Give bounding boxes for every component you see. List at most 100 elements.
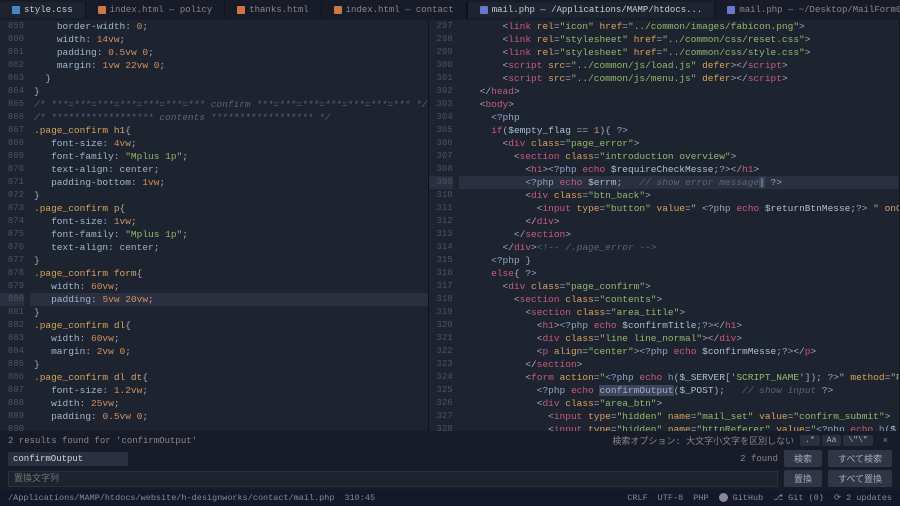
- tab-thanks-html[interactable]: thanks.html: [225, 2, 321, 18]
- replace-button[interactable]: 置換: [784, 470, 822, 487]
- case-toggle[interactable]: Aa: [822, 435, 842, 446]
- code-line[interactable]: <input type="button" value=" <?php echo …: [459, 202, 899, 215]
- code-editor-left[interactable]: border-width: 0; width: 14vw; padding: 0…: [30, 20, 428, 431]
- code-line[interactable]: <body>: [459, 98, 899, 111]
- php-file-icon: [727, 6, 735, 14]
- code-line[interactable]: padding-bottom: 1vw;: [30, 176, 428, 189]
- code-line[interactable]: <div class="area_btn">: [459, 397, 899, 410]
- tab-style-css[interactable]: style.css: [0, 2, 86, 18]
- found-count: 2 found: [740, 454, 778, 464]
- cursor-position[interactable]: 310:45: [344, 493, 375, 503]
- code-line[interactable]: }: [30, 85, 428, 98]
- code-line[interactable]: <div class="line line_normal"></div>: [459, 332, 899, 345]
- word-toggle[interactable]: \"\": [843, 435, 872, 446]
- code-line[interactable]: }: [30, 189, 428, 202]
- line-ending[interactable]: CRLF: [627, 493, 647, 503]
- code-line[interactable]: </div><!-- /.page_error -->: [459, 241, 899, 254]
- right-pane: 2972982993003013023033043053063073083093…: [429, 20, 900, 431]
- code-line[interactable]: <link rel="stylesheet" href="../common/c…: [459, 33, 899, 46]
- code-line[interactable]: <script src="../common/js/load.js" defer…: [459, 59, 899, 72]
- find-all-button[interactable]: すべて検索: [828, 450, 892, 467]
- code-line[interactable]: }: [30, 254, 428, 267]
- code-line[interactable]: font-family: "Mplus 1p";: [30, 228, 428, 241]
- code-line[interactable]: padding: 5vw 20vw;: [30, 293, 428, 306]
- css-file-icon: [12, 6, 20, 14]
- code-line[interactable]: </section>: [459, 358, 899, 371]
- tab-mail-php-applications-mamp-htdocs-[interactable]: mail.php — /Applications/MAMP/htdocs...: [468, 2, 716, 18]
- encoding[interactable]: UTF-8: [658, 493, 684, 503]
- code-line[interactable]: <section class="contents">: [459, 293, 899, 306]
- tab-bar: style.cssindex.html — policythanks.htmli…: [0, 0, 900, 20]
- regex-toggle[interactable]: .*: [800, 435, 820, 446]
- replace-input[interactable]: [8, 471, 778, 487]
- updates-status[interactable]: ⟳ 2 updates: [834, 493, 892, 503]
- code-line[interactable]: font-family: "Mplus 1p";: [30, 150, 428, 163]
- code-line[interactable]: </div>: [459, 215, 899, 228]
- code-line[interactable]: <section class="introduction overview">: [459, 150, 899, 163]
- editor-split: 8598608618628638648658668678688698708718…: [0, 20, 900, 431]
- search-input[interactable]: [8, 452, 128, 466]
- code-line[interactable]: <?php: [459, 111, 899, 124]
- code-line[interactable]: else{ ?>: [459, 267, 899, 280]
- code-line[interactable]: .page_confirm p{: [30, 202, 428, 215]
- code-line[interactable]: <div class="btn_back">: [459, 189, 899, 202]
- code-editor-right[interactable]: <link rel="icon" href="../common/images/…: [459, 20, 899, 431]
- tab-index-html-contact[interactable]: index.html — contact: [322, 2, 467, 18]
- code-line[interactable]: <h1><?php echo $confirmTitle;?></h1>: [459, 319, 899, 332]
- code-line[interactable]: width: 60vw;: [30, 332, 428, 345]
- file-path[interactable]: /Applications/MAMP/htdocs/website/h-desi…: [8, 493, 334, 503]
- code-line[interactable]: </head>: [459, 85, 899, 98]
- status-bar: /Applications/MAMP/htdocs/website/h-desi…: [0, 490, 900, 506]
- code-line[interactable]: text-align: center;: [30, 241, 428, 254]
- code-line[interactable]: width: 60vw;: [30, 280, 428, 293]
- code-line[interactable]: .page_confirm h1{: [30, 124, 428, 137]
- code-line[interactable]: <form action="<?php echo h($_SERVER['SCR…: [459, 371, 899, 384]
- replace-all-button[interactable]: すべて置換: [828, 470, 892, 487]
- code-line[interactable]: }: [30, 358, 428, 371]
- code-line[interactable]: <link rel="stylesheet" href="../common/c…: [459, 46, 899, 59]
- find-button[interactable]: 検索: [784, 450, 822, 467]
- code-line[interactable]: }: [30, 72, 428, 85]
- html-file-icon: [334, 6, 342, 14]
- code-line[interactable]: <div class="page_confirm">: [459, 280, 899, 293]
- code-line[interactable]: .page_confirm dl{: [30, 319, 428, 332]
- code-line[interactable]: font-size: 4vw;: [30, 137, 428, 150]
- code-line[interactable]: margin: 1vw 22vw 0;: [30, 59, 428, 72]
- code-line[interactable]: </section>: [459, 228, 899, 241]
- code-line[interactable]: <?php echo $errm; // show error message|…: [459, 176, 899, 189]
- code-line[interactable]: <?php }: [459, 254, 899, 267]
- code-line[interactable]: text-align: center;: [30, 163, 428, 176]
- close-icon[interactable]: ×: [879, 436, 892, 446]
- line-gutter-left: 8598608618628638648658668678688698708718…: [0, 20, 30, 431]
- code-line[interactable]: <section class="area_title">: [459, 306, 899, 319]
- code-line[interactable]: [30, 423, 428, 431]
- github-status[interactable]: GitHub: [719, 493, 764, 503]
- code-line[interactable]: <div class="page_error">: [459, 137, 899, 150]
- language-mode[interactable]: PHP: [693, 493, 708, 503]
- code-line[interactable]: /* ****************** contents *********…: [30, 111, 428, 124]
- code-line[interactable]: <p align="center"><?php echo $confirmMes…: [459, 345, 899, 358]
- code-line[interactable]: .page_confirm form{: [30, 267, 428, 280]
- code-line[interactable]: /* ***=***=***=***=***=***=*** confirm *…: [30, 98, 428, 111]
- html-file-icon: [98, 6, 106, 14]
- code-line[interactable]: border-width: 0;: [30, 20, 428, 33]
- code-line[interactable]: <?php echo confirmOutput($_POST); // sho…: [459, 384, 899, 397]
- code-line[interactable]: <input type="hidden" name="mail_set" val…: [459, 410, 899, 423]
- code-line[interactable]: padding: 0.5vw 0;: [30, 46, 428, 59]
- code-line[interactable]: width: 14vw;: [30, 33, 428, 46]
- code-line[interactable]: <link rel="icon" href="../common/images/…: [459, 20, 899, 33]
- code-line[interactable]: <input type="hidden" name="httpReferer" …: [459, 423, 899, 431]
- code-line[interactable]: padding: 0.5vw 0;: [30, 410, 428, 423]
- code-line[interactable]: margin: 2vw 0;: [30, 345, 428, 358]
- git-status[interactable]: ⎇ Git (0): [773, 493, 824, 503]
- code-line[interactable]: font-size: 1.2vw;: [30, 384, 428, 397]
- code-line[interactable]: }: [30, 306, 428, 319]
- code-line[interactable]: <h1><?php echo $requireCheckMesse;?></h1…: [459, 163, 899, 176]
- code-line[interactable]: <script src="../common/js/menu.js" defer…: [459, 72, 899, 85]
- code-line[interactable]: .page_confirm dl dt{: [30, 371, 428, 384]
- code-line[interactable]: width: 25vw;: [30, 397, 428, 410]
- code-line[interactable]: font-size: 1vw;: [30, 215, 428, 228]
- tab-mail-php-desktop-mailform01-null-[interactable]: mail.php — ~/Desktop/MailForm01_null...: [715, 2, 900, 18]
- code-line[interactable]: if($empty_flag == 1){ ?>: [459, 124, 899, 137]
- tab-index-html-policy[interactable]: index.html — policy: [86, 2, 226, 18]
